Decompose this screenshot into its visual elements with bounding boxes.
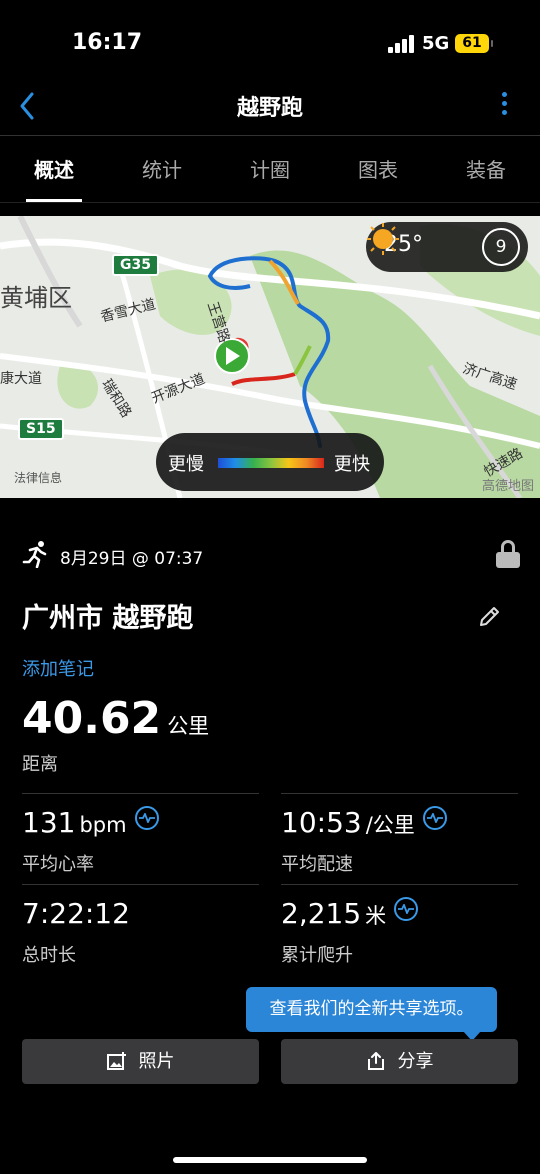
pace-gradient-bar: [218, 458, 324, 468]
heart-rate-unit: bpm: [79, 813, 127, 837]
status-time: 16:17: [72, 30, 143, 55]
map-provider-logo: 高德地图: [481, 479, 534, 494]
ascent-label: 累计爬升: [281, 945, 353, 966]
activity-date: 8月29日 @ 07:37: [60, 549, 204, 569]
share-tooltip[interactable]: 查看我们的全新共享选项。: [246, 987, 497, 1041]
ascent-unit: 米: [365, 904, 387, 928]
activity-title: 广州市 越野跑: [22, 603, 194, 634]
edit-pencil-icon[interactable]: [478, 604, 502, 628]
moon-phase-icon: 9: [482, 228, 520, 266]
pace-label: 平均配速: [281, 854, 353, 875]
stat-duration: 7:22:12 总时长: [22, 884, 259, 974]
tab-bar: 概述 统计 计圈 图表 装备: [0, 137, 540, 203]
network-type: 5G: [422, 33, 450, 54]
stat-ascent: 2,215 米 累计爬升: [281, 884, 518, 974]
distance-value: 40.62 公里: [22, 693, 209, 744]
pace-value: 10:53: [281, 806, 362, 839]
nav-bar: 越野跑: [0, 80, 540, 136]
sun-icon: [367, 223, 399, 255]
photos-button[interactable]: 照片: [22, 1039, 259, 1084]
battery-icon: 61: [455, 34, 493, 53]
pace-legend: 更慢 更快: [156, 433, 384, 491]
photos-label: 照片: [138, 1051, 175, 1072]
map-label-district: 黄埔区: [0, 284, 72, 312]
distance-unit: 公里: [167, 714, 210, 738]
share-button[interactable]: 分享: [281, 1039, 518, 1084]
home-indicator[interactable]: [173, 1157, 367, 1163]
running-icon: [22, 541, 47, 568]
pulse-icon[interactable]: [134, 806, 159, 830]
duration-value: 7:22:12: [22, 897, 130, 930]
pulse-icon[interactable]: [394, 897, 419, 921]
legend-slow: 更慢: [168, 454, 204, 475]
heart-rate-label: 平均心率: [22, 854, 94, 875]
stat-pace: 10:53/公里 平均配速: [281, 793, 518, 883]
add-note-link[interactable]: 添加笔记: [22, 655, 94, 681]
route-map[interactable]: 黄埔区 香雪大道 开源大道 王营路 瑞和路 济广高速 康大道 快速路 G35 S…: [0, 216, 540, 498]
heart-rate-value: 131: [22, 806, 76, 839]
highway-badge: G35: [112, 254, 159, 276]
legend-fast: 更快: [334, 454, 370, 475]
map-label-road: 康大道: [0, 371, 42, 387]
distance-label: 距离: [22, 754, 58, 775]
page-title: 越野跑: [236, 96, 303, 121]
add-photo-icon: [106, 1052, 126, 1070]
more-options-button[interactable]: [500, 92, 508, 120]
share-label: 分享: [397, 1051, 434, 1072]
tab-laps[interactable]: 计圈: [216, 137, 324, 202]
status-bar: 16:17 5G 61: [0, 0, 540, 88]
weather-widget: 25° 9: [366, 222, 528, 272]
tab-stats[interactable]: 统计: [108, 137, 216, 202]
distance-number: 40.62: [22, 693, 162, 744]
highway-badge: S15: [18, 418, 64, 440]
tab-gear[interactable]: 装备: [432, 137, 540, 202]
pulse-icon[interactable]: [422, 806, 447, 830]
tab-charts[interactable]: 图表: [324, 137, 432, 202]
tab-overview[interactable]: 概述: [0, 137, 108, 202]
stat-heart-rate: 131 bpm 平均心率: [22, 793, 259, 883]
share-icon: [367, 1052, 384, 1070]
activity-meta: 8月29日 @ 07:37: [22, 538, 522, 574]
pace-unit: /公里: [365, 813, 415, 837]
legal-info-link[interactable]: 法律信息: [14, 469, 62, 486]
signal-icon: [388, 35, 414, 53]
ascent-value: 2,215: [281, 897, 362, 930]
duration-label: 总时长: [22, 945, 76, 966]
lock-icon[interactable]: [496, 540, 522, 570]
